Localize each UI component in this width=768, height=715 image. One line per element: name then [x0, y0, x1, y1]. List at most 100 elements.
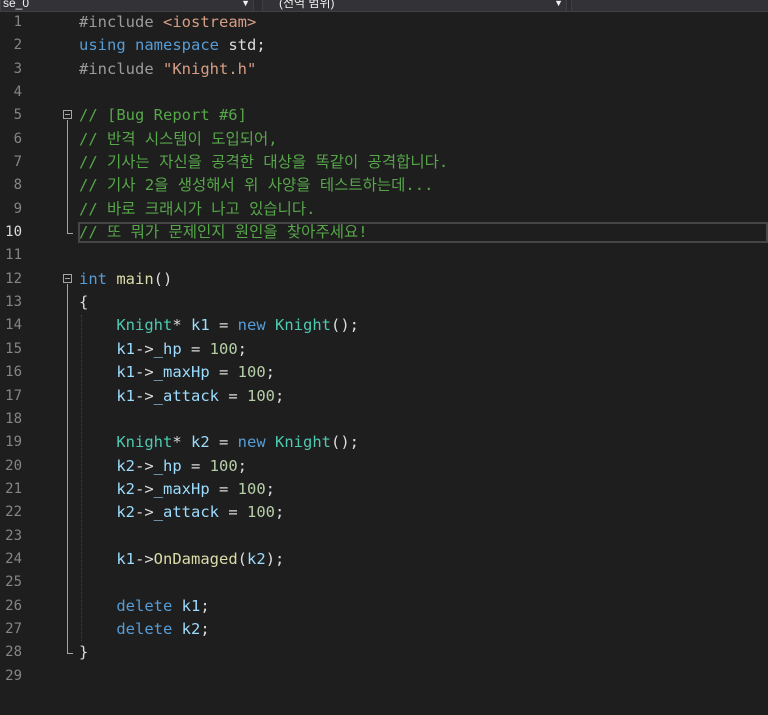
code-line[interactable]: 16 k1->_maxHp = 100;	[0, 361, 768, 384]
line-number: 6	[13, 130, 22, 147]
code-token: 100	[209, 456, 238, 475]
code-token: 100	[247, 386, 275, 405]
code-token: _hp	[153, 456, 182, 475]
code-line[interactable]: 6 // 반격 시스템이 도입되어,	[0, 128, 768, 151]
line-number: 1	[13, 14, 22, 30]
code-editor[interactable]: 1 #include <iostream> 2 using namespace std…	[0, 11, 768, 688]
code-line[interactable]: 8 // 기사 2을 생성해서 위 사양을 테스트하는데...	[0, 174, 768, 197]
code-token: ();	[331, 316, 360, 335]
code-line[interactable]: 9 // 바로 크래시가 나고 있습니다.	[0, 198, 768, 221]
code-text: delete k1;	[79, 595, 209, 618]
line-number: 5	[13, 107, 22, 124]
chevron-down-icon: ▼	[241, 0, 250, 8]
line-number: 2	[13, 37, 22, 54]
code-token: ;	[265, 363, 276, 382]
line-number: 11	[5, 247, 22, 264]
code-text: Knight* k2 = new Knight();	[79, 431, 359, 454]
code-line[interactable]: 5 // [Bug Report #6]	[0, 104, 768, 127]
code-line[interactable]: 29	[0, 665, 768, 688]
code-token: k2	[191, 433, 210, 452]
code-line[interactable]: 2 using namespace std;	[0, 34, 768, 57]
scope-dropdown-value: (전역 범위)	[279, 0, 335, 10]
code-token: k2	[116, 479, 135, 498]
code-token: #include	[79, 59, 163, 78]
code-line[interactable]: 17 k1->_attack = 100;	[0, 385, 768, 408]
code-token: // 기사는 자신을 공격한 대상을 똑같이 공격합니다.	[79, 153, 449, 172]
code-token: k1	[116, 549, 135, 568]
code-token: ;	[200, 619, 210, 638]
code-line[interactable]: 14 Knight* k1 = new Knight();	[0, 314, 768, 337]
code-token: ->	[135, 503, 154, 522]
code-token: 100	[209, 339, 238, 358]
code-token: 100	[247, 503, 275, 522]
code-token: k2	[247, 549, 266, 568]
code-line[interactable]: 24 k1->OnDamaged(k2);	[0, 548, 768, 571]
code-token: new	[237, 433, 266, 452]
code-text: k1->_hp = 100;	[79, 338, 247, 361]
code-line[interactable]: 20 k2->_hp = 100;	[0, 455, 768, 478]
line-number: 19	[5, 434, 22, 451]
collapse-icon[interactable]	[63, 273, 72, 283]
code-line[interactable]: 25	[0, 571, 768, 594]
code-token: *	[172, 433, 191, 452]
code-line[interactable]: 23	[0, 525, 768, 548]
line-number: 24	[5, 550, 22, 567]
code-token: Knight	[275, 433, 332, 452]
code-line[interactable]: 3 #include "Knight.h"	[0, 58, 768, 81]
code-line[interactable]: 15 k1->_hp = 100;	[0, 338, 768, 361]
fold-guide-end	[67, 233, 73, 235]
code-token: =	[219, 503, 247, 522]
code-text: delete k2;	[79, 618, 210, 641]
code-token: 100	[237, 363, 266, 382]
code-token: k1	[116, 339, 135, 358]
code-line[interactable]: 19 Knight* k2 = new Knight();	[0, 431, 768, 454]
code-token: _maxHp	[153, 363, 210, 382]
code-line[interactable]: 26 delete k1;	[0, 595, 768, 618]
line-number: 10	[5, 224, 22, 241]
line-number: 4	[13, 84, 22, 101]
line-number: 22	[5, 504, 22, 521]
code-text: Knight* k1 = new Knight();	[79, 314, 359, 337]
line-number: 26	[5, 597, 22, 614]
code-text: #include <iostream>	[79, 11, 256, 34]
code-token: using	[79, 36, 126, 55]
code-line[interactable]: 18	[0, 408, 768, 431]
code-token: {	[79, 293, 89, 312]
code-token: 100	[237, 479, 266, 498]
code-token: ->	[135, 456, 154, 475]
code-token: ->	[135, 363, 154, 382]
code-text: // 바로 크래시가 나고 있습니다.	[79, 198, 315, 221]
code-line[interactable]: 13 {	[0, 291, 768, 314]
code-line[interactable]: 4	[0, 81, 768, 104]
code-line[interactable]: 22 k2->_attack = 100;	[0, 501, 768, 524]
member-dropdown-value	[572, 0, 574, 10]
line-number: 9	[13, 200, 22, 217]
code-token: OnDamaged	[153, 549, 238, 568]
code-line[interactable]: 28}	[0, 641, 768, 664]
code-line[interactable]: 10 // 또 뭐가 문제인지 원인을 찾아주세요!	[0, 221, 768, 244]
code-line[interactable]: 7 // 기사는 자신을 공격한 대상을 똑같이 공격합니다.	[0, 151, 768, 174]
code-line[interactable]: 11	[0, 244, 768, 267]
code-text: k2->_maxHp = 100;	[79, 478, 275, 501]
line-number: 18	[5, 410, 22, 427]
code-line[interactable]: 12 int main()	[0, 268, 768, 291]
code-token: ();	[331, 433, 360, 452]
code-line[interactable]: 27 delete k2;	[0, 618, 768, 641]
code-line[interactable]: 21 k2->_maxHp = 100;	[0, 478, 768, 501]
code-token: ->	[135, 479, 154, 498]
collapse-icon[interactable]	[63, 110, 72, 120]
code-line[interactable]: 1 #include <iostream>	[0, 11, 768, 34]
code-text: int main()	[79, 268, 172, 291]
code-token: =	[219, 386, 247, 405]
code-token: k1	[181, 596, 201, 615]
line-number: 12	[5, 270, 22, 287]
